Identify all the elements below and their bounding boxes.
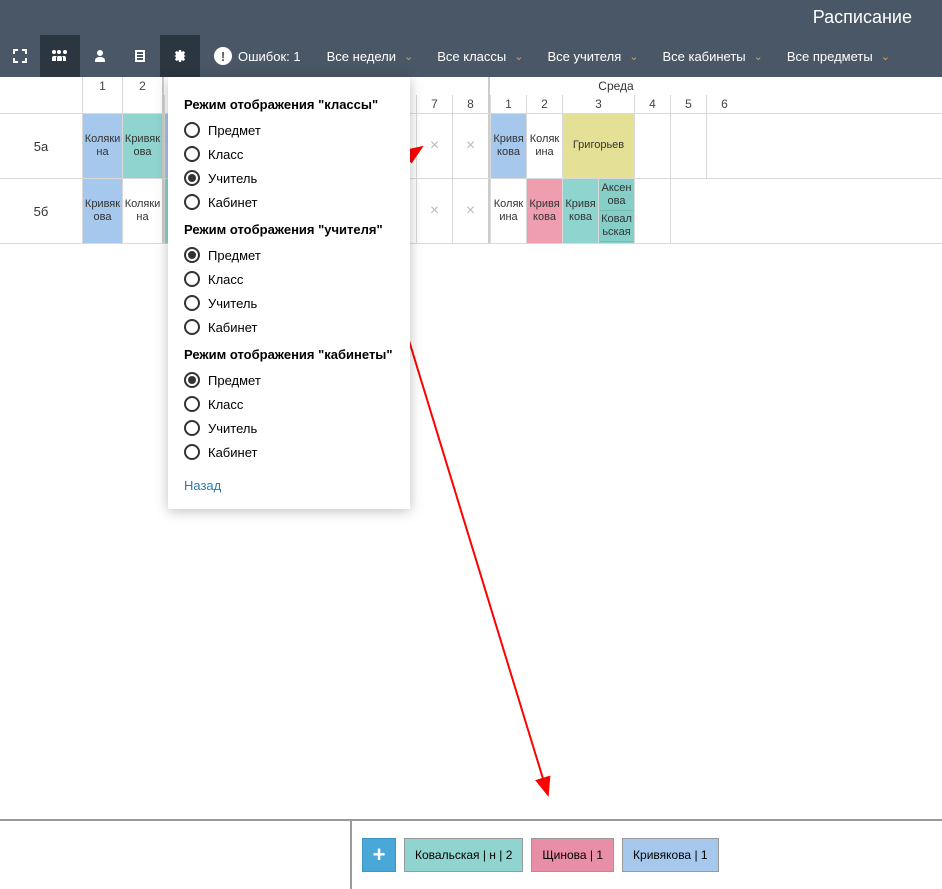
schedule-cell <box>634 114 670 178</box>
radio-option[interactable]: Учитель <box>184 166 394 190</box>
radio-option[interactable]: Класс <box>184 267 394 291</box>
dropdown-section-title: Режим отображения "учителя" <box>184 222 394 237</box>
chevron-down-icon: ⌄ <box>629 50 638 63</box>
class-row: 5аКолякинаКривяковалякинаКривяковаКривяк… <box>0 114 942 179</box>
filter-dropdown[interactable]: Все кабинеты⌄ <box>650 35 774 77</box>
radio-icon <box>184 372 200 388</box>
display-mode-dropdown: Режим отображения "классы"ПредметКлассУч… <box>168 77 410 509</box>
errors-indicator[interactable]: ! Ошибок: 1 <box>200 35 315 77</box>
period-header: 1 <box>82 77 122 113</box>
filter-dropdown[interactable]: Все предметы⌄ <box>775 35 902 77</box>
radio-icon <box>184 170 200 186</box>
filters-row: Все недели⌄Все классы⌄Все учителя⌄Все ка… <box>315 35 942 77</box>
filter-dropdown[interactable]: Все недели⌄ <box>315 35 426 77</box>
schedule-cell[interactable]: Кривякова <box>562 179 598 243</box>
radio-option[interactable]: Класс <box>184 142 394 166</box>
day-label: Среда <box>490 77 742 95</box>
period-header: 4 <box>634 95 670 113</box>
footer-left <box>0 821 352 889</box>
schedule-cell <box>706 114 742 178</box>
radio-icon <box>184 122 200 138</box>
radio-icon <box>184 194 200 210</box>
chevron-down-icon: ⌄ <box>881 50 890 63</box>
app-header: Расписание <box>0 0 942 35</box>
day-header-row: 12 Вторник 12345678 Среда 123456 <box>0 77 942 114</box>
settings-button[interactable] <box>160 35 200 77</box>
radio-icon <box>184 444 200 460</box>
class-label: 5б <box>0 179 82 243</box>
class-label: 5а <box>0 114 82 178</box>
schedule-grid: 12 Вторник 12345678 Среда 123456 5аКоляк… <box>0 77 942 244</box>
filter-dropdown[interactable]: Все учителя⌄ <box>535 35 650 77</box>
teachers-view-button[interactable] <box>80 35 120 77</box>
schedule-cell[interactable]: Кривякова <box>526 179 562 243</box>
period-header: 2 <box>122 77 162 113</box>
schedule-cell <box>670 114 706 178</box>
period-header: 3 <box>562 95 634 113</box>
classes-view-button[interactable] <box>40 35 80 77</box>
radio-option[interactable]: Предмет <box>184 243 394 267</box>
radio-option[interactable]: Учитель <box>184 416 394 440</box>
radio-icon <box>184 319 200 335</box>
radio-icon <box>184 295 200 311</box>
schedule-cell[interactable]: Колякина <box>526 114 562 178</box>
chevron-down-icon: ⌄ <box>404 50 413 63</box>
radio-option[interactable]: Кабинет <box>184 315 394 339</box>
radio-option[interactable]: Предмет <box>184 368 394 392</box>
period-header: 5 <box>670 95 706 113</box>
schedule-cell[interactable]: Кривякова <box>82 179 122 243</box>
period-header: 6 <box>706 95 742 113</box>
teacher-chip[interactable]: Кривякова | 1 <box>622 838 719 872</box>
rooms-view-button[interactable] <box>120 35 160 77</box>
fullscreen-button[interactable] <box>0 35 40 77</box>
dropdown-section-title: Режим отображения "классы" <box>184 97 394 112</box>
schedule-cell[interactable]: Колякина <box>490 179 526 243</box>
radio-icon <box>184 420 200 436</box>
schedule-cell[interactable]: × <box>452 114 488 178</box>
footer-right: + Ковальская | н | 2Щинова | 1Кривякова … <box>352 821 942 889</box>
footer: + Ковальская | н | 2Щинова | 1Кривякова … <box>0 819 942 889</box>
schedule-cell[interactable]: × <box>416 179 452 243</box>
toolbar: ! Ошибок: 1 Все недели⌄Все классы⌄Все уч… <box>0 35 942 77</box>
schedule-cell[interactable]: АксеноваКовальская <box>598 179 634 243</box>
period-header: 8 <box>452 95 488 113</box>
radio-option[interactable]: Кабинет <box>184 440 394 464</box>
period-header: 1 <box>490 95 526 113</box>
errors-label: Ошибок: 1 <box>238 49 301 64</box>
radio-icon <box>184 396 200 412</box>
schedule-cell[interactable]: × <box>416 114 452 178</box>
teacher-chip[interactable]: Ковальская | н | 2 <box>404 838 523 872</box>
schedule-cell[interactable]: × <box>452 179 488 243</box>
schedule-cell[interactable]: Кривякова <box>490 114 526 178</box>
schedule-cell[interactable]: Кривякова <box>122 114 162 178</box>
chevron-down-icon: ⌄ <box>514 50 523 63</box>
schedule-cell <box>634 179 670 243</box>
class-row: 5бКривяковаКолякинаивяковаЩиноваКолякина… <box>0 179 942 244</box>
radio-icon <box>184 247 200 263</box>
schedule-cell[interactable]: Колякина <box>82 114 122 178</box>
schedule-cell[interactable]: Григорьев <box>562 114 634 178</box>
dropdown-section-title: Режим отображения "кабинеты" <box>184 347 394 362</box>
period-header: 2 <box>526 95 562 113</box>
teacher-chip[interactable]: Щинова | 1 <box>531 838 614 872</box>
schedule-cell <box>670 179 706 243</box>
radio-option[interactable]: Учитель <box>184 291 394 315</box>
back-link[interactable]: Назад <box>184 478 221 493</box>
page-title: Расписание <box>813 7 912 28</box>
radio-option[interactable]: Кабинет <box>184 190 394 214</box>
period-header: 7 <box>416 95 452 113</box>
radio-option[interactable]: Класс <box>184 392 394 416</box>
radio-option[interactable]: Предмет <box>184 118 394 142</box>
radio-icon <box>184 146 200 162</box>
add-button[interactable]: + <box>362 838 396 872</box>
radio-icon <box>184 271 200 287</box>
filter-dropdown[interactable]: Все классы⌄ <box>425 35 535 77</box>
schedule-cell[interactable]: Колякина <box>122 179 162 243</box>
chevron-down-icon: ⌄ <box>754 50 763 63</box>
alert-icon: ! <box>214 47 232 65</box>
